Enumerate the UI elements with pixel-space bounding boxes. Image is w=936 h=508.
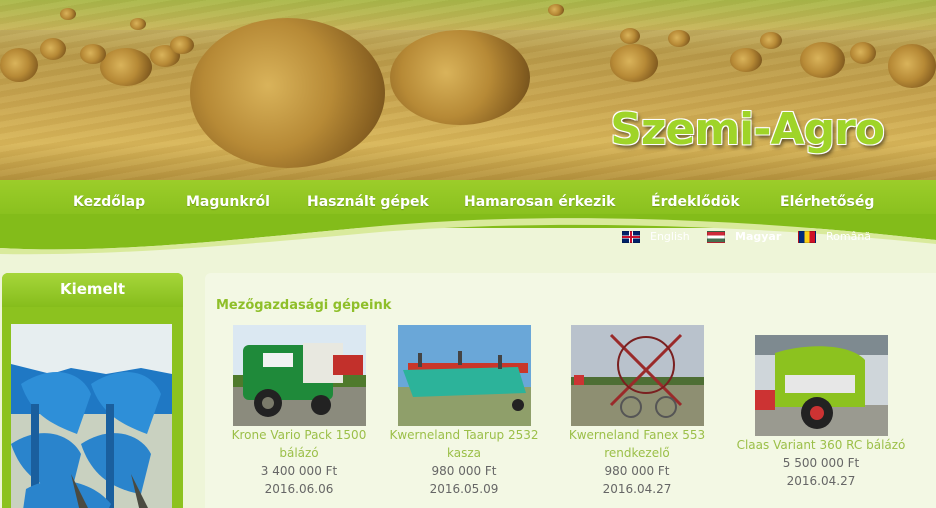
product-card[interactable]: Kwerneland Taarup 2532 kasza 980 000 Ft … [388,325,540,498]
language-english[interactable]: English [622,230,690,243]
product-name[interactable]: Kwerneland Taarup 2532 [388,426,540,444]
section-title: Mezőgazdasági gépeink [216,298,392,313]
hay-bale-image [668,30,690,47]
uk-flag-icon [622,230,640,243]
language-hungarian[interactable]: Magyar [707,230,781,243]
product-name[interactable]: Claas Variant 360 RC bálázó [733,436,909,454]
hay-bale-image [548,4,564,16]
hay-bale-image [800,42,845,78]
hay-bale-image [60,8,76,20]
nav-item-used-machines[interactable]: Használt gépek [307,194,429,210]
product-date: 2016.06.06 [264,482,334,496]
product-thumbnail[interactable] [397,325,531,426]
hay-bale-image [80,44,106,64]
hay-bale-image [170,36,194,54]
product-date: 2016.04.27 [602,482,672,496]
featured-sidebar: Kiemelt [2,273,183,508]
main-content: Mezőgazdasági gépeink Krone Vario Pack 1… [205,273,936,508]
hay-bale-image [620,28,640,44]
product-price: 980 000 Ft [604,464,670,478]
product-price: 980 000 Ft [431,464,497,478]
product-price: 3 400 000 Ft [260,464,338,478]
hay-bale-image [730,48,762,72]
hay-bale-image [390,30,530,125]
hay-bale-image [130,18,146,30]
language-label: Română [826,230,872,243]
product-date: 2016.05.09 [429,482,499,496]
product-price: 5 500 000 Ft [782,456,860,470]
product-name-line2[interactable]: kasza [388,444,540,462]
nav-wave-decoration [0,214,936,255]
hay-bale-image [190,18,385,168]
nav-item-home[interactable]: Kezdőlap [73,194,145,210]
hay-bale-image [610,44,658,82]
product-card[interactable]: Kwerneland Fanex 553 rendkezelő 980 000 … [565,325,709,498]
product-card[interactable]: Krone Vario Pack 1500 bálázó 3 400 000 F… [227,325,371,498]
featured-plough-image[interactable] [11,324,172,508]
language-label: Magyar [735,230,782,243]
product-name[interactable]: Krone Vario Pack 1500 [227,426,371,444]
hay-bale-image [0,48,38,82]
language-label: English [650,230,690,243]
site-logo[interactable]: Szemi-Agro [610,104,885,155]
product-thumbnail[interactable] [754,335,888,436]
product-name-line2[interactable]: rendkezelő [565,444,709,462]
hay-bale-image [100,48,152,86]
language-romanian[interactable]: Română [798,230,871,243]
product-card[interactable]: Claas Variant 360 RC bálázó 5 500 000 Ft… [733,335,909,490]
product-date: 2016.04.27 [786,474,856,488]
product-name-line2[interactable]: bálázó [227,444,371,462]
nav-item-coming-soon[interactable]: Hamarosan érkezik [464,194,615,210]
hay-bale-image [40,38,66,60]
nav-item-about[interactable]: Magunkról [186,194,270,210]
hay-bale-image [760,32,782,49]
hu-flag-icon [707,230,725,243]
product-thumbnail[interactable] [232,325,366,426]
product-name[interactable]: Kwerneland Fanex 553 [565,426,709,444]
hay-bale-image [850,42,876,64]
ro-flag-icon [798,230,816,243]
product-thumbnail[interactable] [570,325,704,426]
hay-bale-image [888,44,936,88]
nav-item-contact[interactable]: Elérhetőség [780,194,874,210]
header-banner: Szemi-Agro [0,0,936,180]
nav-item-inquiries[interactable]: Érdeklődök [651,194,740,210]
sidebar-header: Kiemelt [2,273,183,307]
sidebar-title: Kiemelt [59,280,126,298]
